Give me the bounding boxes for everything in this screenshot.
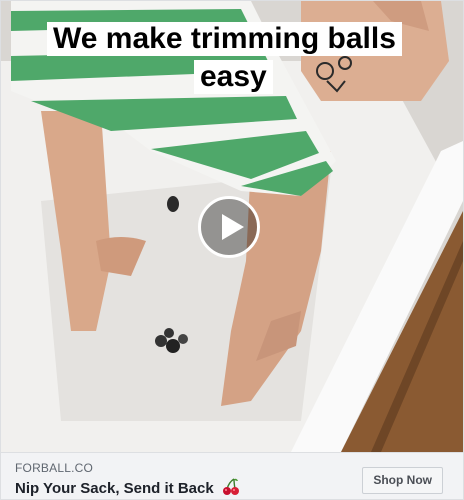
ad-card: We make trimming balls easy FORBALL.CO N… [0,0,464,500]
ad-footer[interactable]: FORBALL.CO Nip Your Sack, Send it Back S… [1,452,463,499]
shop-now-button[interactable]: Shop Now [362,467,443,494]
play-button[interactable] [198,196,260,258]
ad-headline[interactable]: Nip Your Sack, Send it Back [15,478,240,499]
ad-domain: FORBALL.CO [15,461,94,475]
video-player[interactable]: We make trimming balls easy [1,1,463,452]
play-icon [222,214,244,240]
ad-headline-text: Nip Your Sack, Send it Back [15,480,214,497]
cherries-icon [222,478,240,499]
video-caption-line2: easy [194,60,273,94]
video-caption-line1: We make trimming balls [47,22,402,56]
